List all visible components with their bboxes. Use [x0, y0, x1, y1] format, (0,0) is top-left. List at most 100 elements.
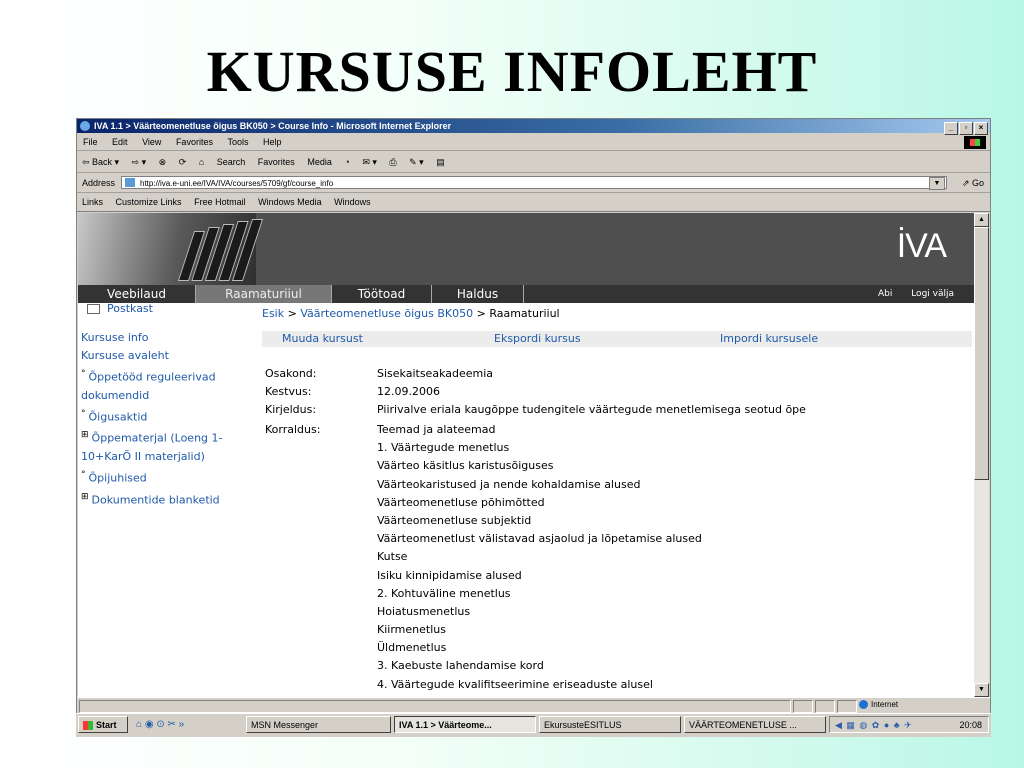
kirjeldus-label: Kirjeldus: [265, 403, 317, 416]
menu-tools[interactable]: Tools [227, 137, 248, 147]
main-nav: Veebilaud Raamaturiiul Töötoad Haldus Ab… [78, 285, 974, 303]
vertical-scrollbar[interactable]: ▲ ▼ [974, 213, 989, 697]
start-button[interactable]: Start [78, 716, 128, 733]
address-bar: Address http://iva.e-uni.ee/IVA/IVA/cour… [77, 174, 990, 193]
window-titlebar[interactable]: IVA 1.1 > Väärteomenetluse õigus BK050 >… [77, 119, 990, 135]
help-link[interactable]: Abi [878, 289, 892, 299]
expand-icon[interactable]: ⊞ [81, 430, 89, 440]
sidebar-link-kursuse-avaleht[interactable]: Kursuse avaleht [81, 347, 256, 365]
status-cell [815, 700, 835, 713]
postkast-link[interactable]: Postkast [81, 303, 256, 315]
zone-label: Internet [871, 700, 899, 709]
breadcrumb-course[interactable]: Väärteomenetluse õigus BK050 [300, 307, 473, 320]
sidebar-folder-oppematerjal[interactable]: ⊞ Õppematerjal (Loeng 1-10+KarÕ II materj… [81, 426, 256, 466]
scroll-up-icon[interactable]: ▲ [974, 213, 989, 227]
sidebar-folder-oigusaktid[interactable]: ° Õigusaktid [81, 405, 256, 427]
menu-edit[interactable]: Edit [112, 137, 128, 147]
edit-course-link[interactable]: Muuda kursust [282, 331, 363, 347]
link-windows[interactable]: Windows [334, 197, 371, 207]
standard-toolbar: ⇦ Back ▾ ⇨ ▾ ⊗ ⟳ ⌂ Search Favorites Medi… [77, 152, 990, 173]
stop-icon[interactable]: ⊗ [159, 157, 167, 167]
taskbar-msn-messenger[interactable]: MSN Messenger [246, 716, 391, 733]
expand-icon[interactable]: ⊞ [81, 492, 89, 502]
sidebar-folder-opijuhised[interactable]: ° Õpijuhised [81, 466, 256, 488]
forward-button[interactable]: ⇨ ▾ [132, 157, 147, 167]
slide-title: KURSUSE INFOLEHT [206, 39, 818, 104]
tab-haldus[interactable]: Haldus [432, 285, 524, 303]
tab-raamaturiiul[interactable]: Raamaturiiul [196, 285, 332, 303]
menu-file[interactable]: File [83, 137, 98, 147]
korraldus-item: Väärteokaristused ja nende kohaldamise a… [377, 477, 641, 491]
media-button[interactable]: Media [307, 157, 332, 167]
sidebar-folder-dokumentide-blanketid[interactable]: ⊞ Dokumentide blanketid [81, 488, 256, 510]
logout-link[interactable]: Logi välja [911, 289, 954, 299]
mail-icon[interactable]: ✉ ▾ [362, 157, 377, 167]
taskbar-iva-browser[interactable]: IVA 1.1 > Väärteome... [394, 716, 536, 733]
taskbar-vaarteomenetluse[interactable]: VÄÄRTEOMENETLUSE ... [684, 716, 826, 733]
link-free-hotmail[interactable]: Free Hotmail [194, 197, 246, 207]
taskbar-ekursuste-esitlus[interactable]: EkursusteESITLUS [539, 716, 681, 733]
edit-icon[interactable]: ✎ ▾ [409, 157, 424, 167]
korraldus-item: Isiku kinnipidamise alused [377, 568, 522, 582]
osakond-value: Sisekaitseakadeemia [377, 367, 494, 380]
sidebar: Postkast Kursuse info Kursuse avaleht ° Õ… [81, 303, 256, 509]
discuss-icon[interactable]: ▤ [436, 157, 445, 167]
kirjeldus-value: Piirivalve eriala kaugõppe tudengitele v… [377, 403, 806, 416]
sidebar-link-kursuse-info[interactable]: Kursuse info [81, 329, 256, 347]
link-customize-links[interactable]: Customize Links [116, 197, 182, 207]
print-icon[interactable]: ⎙ [389, 157, 396, 167]
menu-help[interactable]: Help [263, 137, 282, 147]
export-course-link[interactable]: Ekspordi kursus [494, 331, 581, 347]
history-icon[interactable]: ◔ [344, 157, 349, 167]
link-windows-media[interactable]: Windows Media [258, 197, 322, 207]
sidebar-folder-label: Õigusaktid [88, 410, 148, 424]
sidebar-folder-label: Õppetööd reguleerivad dokumendid [81, 370, 216, 402]
page-icon [125, 178, 135, 187]
korraldus-item: Kiirmenetlus [377, 623, 446, 637]
breadcrumb-esik[interactable]: Esik [262, 307, 284, 320]
bullet-icon: ° [81, 369, 86, 379]
scroll-thumb[interactable] [974, 227, 989, 480]
home-icon[interactable]: ⌂ [199, 157, 204, 167]
korraldus-item: Väärteomenetluse põhimõtted [377, 495, 545, 509]
ie-icon [80, 121, 90, 131]
go-label: Go [971, 178, 984, 188]
windows-flag-icon [83, 721, 93, 731]
favorites-button[interactable]: Favorites [258, 157, 295, 167]
sidebar-folder-label: Õppematerjal (Loeng 1-10+KarÕ II materja… [81, 431, 223, 463]
korraldus-item: 4. Väärtegude kvalifitseerimine eriseadu… [377, 677, 653, 691]
clock: 20:08 [959, 720, 982, 730]
korraldus-item: 3. Kaebuste lahendamise kord [377, 659, 544, 673]
sidebar-folder-label: Õpijuhised [88, 471, 147, 485]
menu-favorites[interactable]: Favorites [176, 137, 213, 147]
browser-window: IVA 1.1 > Väärteomenetluse õigus BK050 >… [76, 118, 991, 736]
tray-icons[interactable]: ◀ ▦ ◍ ✿ ● ♣ ✈ [835, 720, 913, 730]
bullet-icon: ° [81, 469, 86, 480]
start-label: Start [96, 720, 117, 730]
import-course-link[interactable]: Impordi kursusele [720, 331, 818, 347]
back-button[interactable]: ⇦ Back ▾ [82, 157, 119, 167]
tab-veebilaud[interactable]: Veebilaud [78, 285, 196, 303]
iva-logo: İVA [896, 227, 947, 265]
window-title: IVA 1.1 > Väärteomenetluse õigus BK050 >… [94, 121, 452, 131]
osakond-label: Osakond: [265, 367, 317, 380]
menu-bar: File Edit View Favorites Tools Help [77, 134, 990, 151]
breadcrumb: Esik > Väärteomenetluse õigus BK050 > Ra… [262, 307, 560, 320]
quick-launch[interactable]: ⌂ ◉ ⊙ ✂ » [136, 716, 184, 733]
links-bar: Links Customize Links Free Hotmail Windo… [77, 194, 990, 212]
scroll-down-icon[interactable]: ▼ [974, 683, 989, 697]
breadcrumb-separator: > [476, 307, 486, 320]
address-input[interactable]: http://iva.e-uni.ee/IVA/IVA/courses/5709… [121, 176, 947, 189]
sidebar-folder-oppetood[interactable]: ° Õppetööd reguleerivad dokumendid [81, 365, 256, 405]
address-url: http://iva.e-uni.ee/IVA/IVA/courses/5709… [140, 179, 334, 188]
go-button[interactable]: ⇗ Go [962, 174, 984, 192]
status-bar: Internet [77, 697, 990, 714]
tab-tootoad[interactable]: Töötoad [332, 285, 432, 303]
course-actions-bar: Muuda kursust Ekspordi kursus Impordi ku… [262, 331, 972, 347]
sidebar-folder-label: Dokumentide blanketid [91, 493, 220, 507]
refresh-icon[interactable]: ⟳ [179, 157, 187, 167]
site-banner: İVA [78, 213, 974, 285]
address-dropdown-icon[interactable]: ▼ [929, 177, 945, 190]
search-button[interactable]: Search [217, 157, 246, 167]
menu-view[interactable]: View [142, 137, 161, 147]
